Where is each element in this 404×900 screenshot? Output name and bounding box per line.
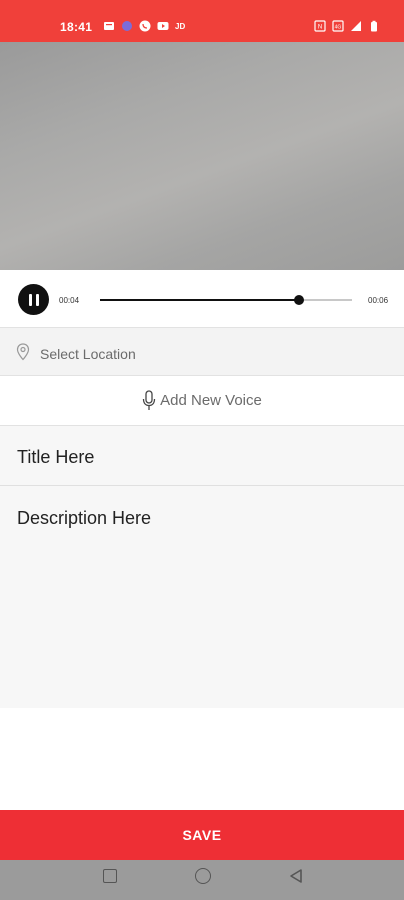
system-nav-bar <box>0 860 404 900</box>
seek-bar[interactable] <box>100 295 352 305</box>
recents-icon[interactable] <box>103 869 117 883</box>
select-location-field[interactable]: Select Location <box>0 328 404 376</box>
seek-progress <box>100 299 300 301</box>
total-time: 00:06 <box>368 296 389 305</box>
seek-thumb[interactable] <box>294 295 305 305</box>
carrier-label: JD <box>175 21 186 31</box>
battery-icon <box>371 20 377 32</box>
save-button[interactable]: SAVE <box>0 810 404 860</box>
status-bar: 18:41 JD N 4G <box>0 0 404 42</box>
status-notification-icons: JD <box>103 20 185 32</box>
microphone-icon <box>142 389 156 410</box>
current-time: 00:04 <box>59 296 80 305</box>
location-placeholder: Select Location <box>40 346 136 362</box>
add-voice-button[interactable]: Add New Voice <box>0 376 404 426</box>
title-input[interactable]: Title Here <box>0 426 404 486</box>
message-icon <box>104 22 114 30</box>
title-placeholder: Title Here <box>17 447 95 467</box>
signal-icon: 4G <box>332 20 344 32</box>
back-icon[interactable] <box>288 868 304 884</box>
youtube-icon <box>157 22 169 30</box>
whatsapp-icon <box>139 20 151 32</box>
home-icon[interactable] <box>195 868 211 884</box>
save-label: SAVE <box>182 827 222 843</box>
app-icon <box>122 21 132 31</box>
svg-text:N: N <box>318 25 322 31</box>
pause-button[interactable] <box>18 284 49 315</box>
status-time: 18:41 <box>60 20 93 34</box>
status-system-icons: N 4G <box>314 20 380 32</box>
video-preview[interactable] <box>0 42 404 270</box>
pause-icon <box>28 293 32 306</box>
volte-icon: N <box>314 20 326 32</box>
add-voice-label: Add New Voice <box>160 392 262 409</box>
svg-text:4G: 4G <box>335 25 342 31</box>
description-placeholder: Description Here <box>17 508 152 528</box>
audio-player: 00:04 00:06 <box>0 270 404 328</box>
description-input[interactable]: Description Here <box>0 486 404 708</box>
wifi-signal-icon <box>351 21 361 31</box>
location-pin-icon <box>16 343 30 361</box>
